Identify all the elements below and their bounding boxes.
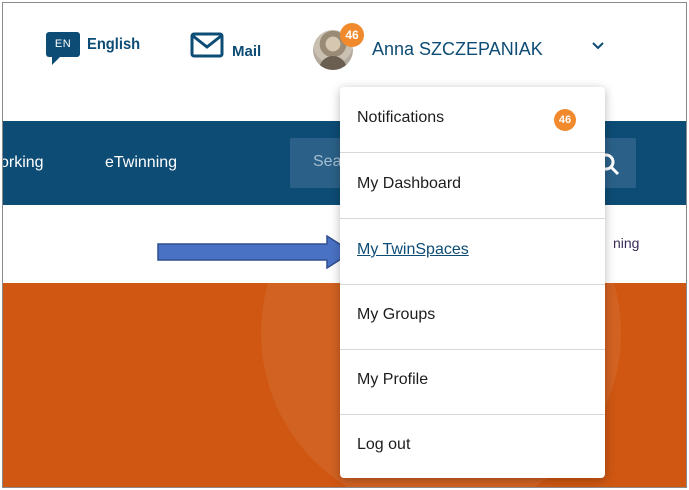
menu-item-my-twinspaces[interactable]: My TwinSpaces — [340, 219, 605, 285]
menu-item-log-out[interactable]: Log out — [340, 414, 605, 479]
nav-item-networking[interactable]: orking — [3, 154, 44, 172]
language-code: EN — [54, 38, 72, 50]
language-selector[interactable]: English — [87, 36, 140, 54]
notification-count-badge: 46 — [340, 23, 364, 47]
chevron-down-icon[interactable] — [592, 41, 604, 51]
menu-item-label: My Groups — [357, 306, 436, 323]
menu-item-my-groups[interactable]: My Groups — [340, 284, 605, 350]
menu-item-label: My TwinSpaces — [357, 241, 469, 258]
menu-item-my-profile[interactable]: My Profile — [340, 349, 605, 415]
browser-viewport: EN English Mail 46 Anna SZCZEPANIAK orki… — [2, 2, 687, 488]
language-icon[interactable]: EN — [46, 32, 80, 65]
menu-item-label: Notifications — [357, 109, 445, 126]
user-menu-toggle[interactable]: Anna SZCZEPANIAK — [372, 39, 543, 60]
menu-item-notifications[interactable]: Notifications 46 — [340, 87, 605, 153]
menu-item-my-dashboard[interactable]: My Dashboard — [340, 153, 605, 219]
user-dropdown-menu: Notifications 46 My Dashboard My TwinSpa… — [340, 87, 605, 478]
menu-item-label: Log out — [357, 436, 411, 453]
mail-link[interactable]: Mail — [232, 43, 261, 60]
notifications-badge: 46 — [554, 109, 576, 131]
mail-icon[interactable] — [190, 32, 224, 58]
nav-item-etwinning[interactable]: eTwinning — [105, 154, 177, 172]
menu-item-label: My Dashboard — [357, 175, 462, 192]
annotation-arrow-icon — [157, 235, 353, 269]
menu-item-label: My Profile — [357, 371, 429, 388]
sub-nav-item[interactable]: ning — [613, 235, 639, 251]
search-placeholder: Sea — [313, 153, 342, 170]
